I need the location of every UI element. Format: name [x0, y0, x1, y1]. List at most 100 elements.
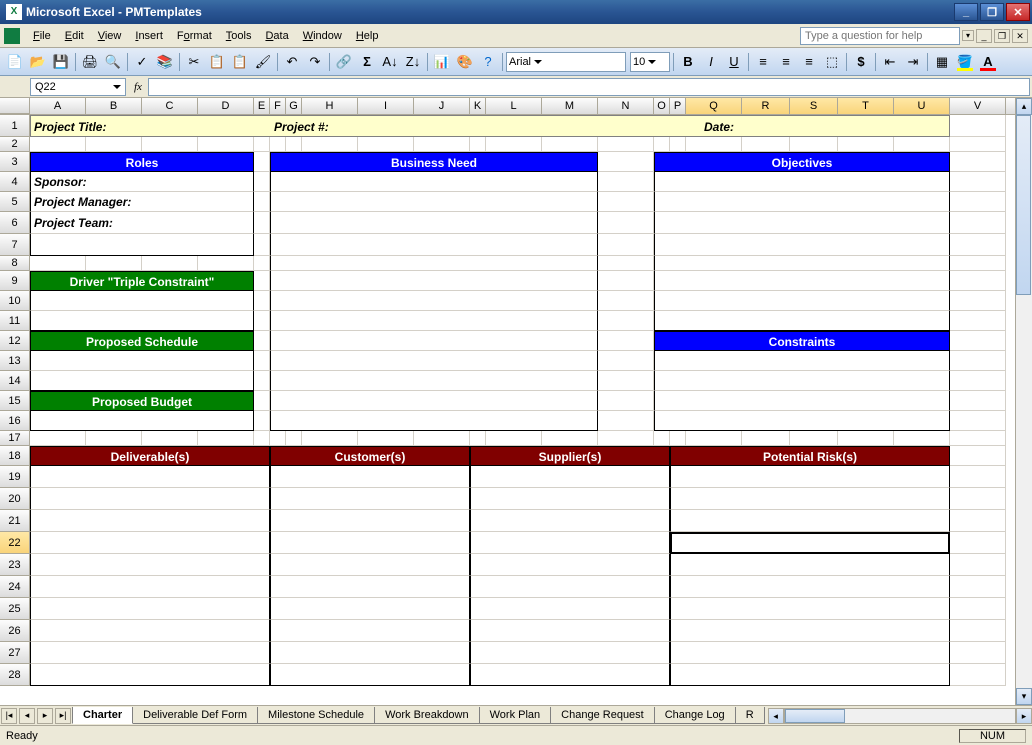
doc-close-button[interactable]: ✕ — [1012, 29, 1028, 43]
formula-input[interactable] — [148, 78, 1030, 96]
menu-help[interactable]: Help — [349, 28, 386, 44]
constraints-row-15[interactable] — [654, 391, 950, 411]
maximize-button[interactable]: ❐ — [980, 3, 1004, 21]
customer-row-24[interactable] — [270, 576, 470, 598]
menu-edit[interactable]: Edit — [58, 28, 91, 44]
objectives-row-6[interactable] — [654, 212, 950, 234]
hscroll-thumb[interactable] — [785, 709, 845, 723]
deliverable-row-20[interactable] — [30, 488, 270, 510]
name-box[interactable]: Q22 — [30, 78, 126, 96]
customers-header[interactable]: Customer(s) — [270, 446, 470, 466]
merge-center-button[interactable]: ⬚ — [821, 51, 843, 73]
header-row[interactable]: Project Title:Project #:Date: — [30, 115, 950, 137]
row-header-11[interactable]: 11 — [0, 311, 30, 331]
customer-row-28[interactable] — [270, 664, 470, 686]
drawing-button[interactable]: 🎨 — [454, 51, 476, 73]
supplier-row-25[interactable] — [470, 598, 670, 620]
roles-header[interactable]: Roles — [30, 152, 254, 172]
col-header-E[interactable]: E — [254, 98, 270, 114]
row-header-14[interactable]: 14 — [0, 371, 30, 391]
sort-asc-button[interactable]: A↓ — [379, 51, 401, 73]
schedule-row-14[interactable] — [30, 371, 254, 391]
row-header-23[interactable]: 23 — [0, 554, 30, 576]
increase-indent-button[interactable]: ⇥ — [902, 51, 924, 73]
underline-button[interactable]: U — [723, 51, 745, 73]
sheet-tab-milestone-schedule[interactable]: Milestone Schedule — [257, 707, 375, 724]
business-need-row-11[interactable] — [270, 311, 598, 331]
deliverable-row-27[interactable] — [30, 642, 270, 664]
row-header-16[interactable]: 16 — [0, 411, 30, 431]
col-header-D[interactable]: D — [198, 98, 254, 114]
supplier-row-21[interactable] — [470, 510, 670, 532]
customer-row-27[interactable] — [270, 642, 470, 664]
undo-button[interactable]: ↶ — [281, 51, 303, 73]
row-header-10[interactable]: 10 — [0, 291, 30, 311]
risk-row-19[interactable] — [670, 466, 950, 488]
supplier-row-28[interactable] — [470, 664, 670, 686]
row-header-26[interactable]: 26 — [0, 620, 30, 642]
col-header-K[interactable]: K — [470, 98, 486, 114]
borders-button[interactable]: ▦ — [931, 51, 953, 73]
business-need-row-4[interactable] — [270, 172, 598, 192]
col-header-O[interactable]: O — [654, 98, 670, 114]
menu-data[interactable]: Data — [258, 28, 295, 44]
col-header-T[interactable]: T — [838, 98, 894, 114]
risk-row-20[interactable] — [670, 488, 950, 510]
row-header-8[interactable]: 8 — [0, 256, 30, 271]
row-header-7[interactable]: 7 — [0, 234, 30, 256]
col-header-G[interactable]: G — [286, 98, 302, 114]
align-center-button[interactable]: ≡ — [775, 51, 797, 73]
objectives-row-9[interactable] — [654, 271, 950, 291]
business-need-row-10[interactable] — [270, 291, 598, 311]
business-need-row-13[interactable] — [270, 351, 598, 371]
deliverable-row-22[interactable] — [30, 532, 270, 554]
fx-icon[interactable]: fx — [134, 81, 142, 93]
deliverable-row-24[interactable] — [30, 576, 270, 598]
col-header-I[interactable]: I — [358, 98, 414, 114]
col-header-F[interactable]: F — [270, 98, 286, 114]
spelling-button[interactable]: ✓ — [131, 51, 153, 73]
row-header-24[interactable]: 24 — [0, 576, 30, 598]
row-header-25[interactable]: 25 — [0, 598, 30, 620]
schedule-header[interactable]: Proposed Schedule — [30, 331, 254, 351]
supplier-row-24[interactable] — [470, 576, 670, 598]
customer-row-22[interactable] — [270, 532, 470, 554]
copy-button[interactable]: 📋 — [206, 51, 228, 73]
save-button[interactable]: 💾 — [50, 51, 72, 73]
col-header-A[interactable]: A — [30, 98, 86, 114]
deliverable-row-21[interactable] — [30, 510, 270, 532]
row-header-1[interactable]: 1 — [0, 115, 30, 137]
align-right-button[interactable]: ≡ — [798, 51, 820, 73]
menu-tools[interactable]: Tools — [219, 28, 259, 44]
sheet-tab-charter[interactable]: Charter — [72, 707, 133, 724]
tab-prev-button[interactable]: ◂ — [19, 708, 35, 724]
supplier-row-26[interactable] — [470, 620, 670, 642]
fill-color-button[interactable]: 🪣 — [954, 51, 976, 73]
font-size-dropdown[interactable]: 10 — [630, 52, 670, 72]
risk-row-25[interactable] — [670, 598, 950, 620]
row-header-6[interactable]: 6 — [0, 212, 30, 234]
doc-restore-button[interactable]: ❐ — [994, 29, 1010, 43]
deliverable-row-19[interactable] — [30, 466, 270, 488]
sheet-tab-change-request[interactable]: Change Request — [550, 707, 655, 724]
menu-window[interactable]: Window — [296, 28, 349, 44]
business-need-header[interactable]: Business Need — [270, 152, 598, 172]
deliverable-row-28[interactable] — [30, 664, 270, 686]
open-button[interactable]: 📂 — [27, 51, 49, 73]
risk-row-24[interactable] — [670, 576, 950, 598]
driver-row-11[interactable] — [30, 311, 254, 331]
driver-row-10[interactable] — [30, 291, 254, 311]
help-search-input[interactable] — [800, 27, 960, 45]
deliverable-row-23[interactable] — [30, 554, 270, 576]
vscroll-thumb[interactable] — [1016, 115, 1031, 295]
objectives-row-4[interactable] — [654, 172, 950, 192]
doc-minimize-button[interactable]: _ — [976, 29, 992, 43]
constraints-header[interactable]: Constraints — [654, 331, 950, 351]
hscroll-right-button[interactable]: ▸ — [1016, 708, 1032, 724]
objectives-row-11[interactable] — [654, 311, 950, 331]
col-header-R[interactable]: R — [742, 98, 790, 114]
customer-row-23[interactable] — [270, 554, 470, 576]
bold-button[interactable]: B — [677, 51, 699, 73]
help-button[interactable]: ? — [477, 51, 499, 73]
business-need-row-9[interactable] — [270, 271, 598, 291]
